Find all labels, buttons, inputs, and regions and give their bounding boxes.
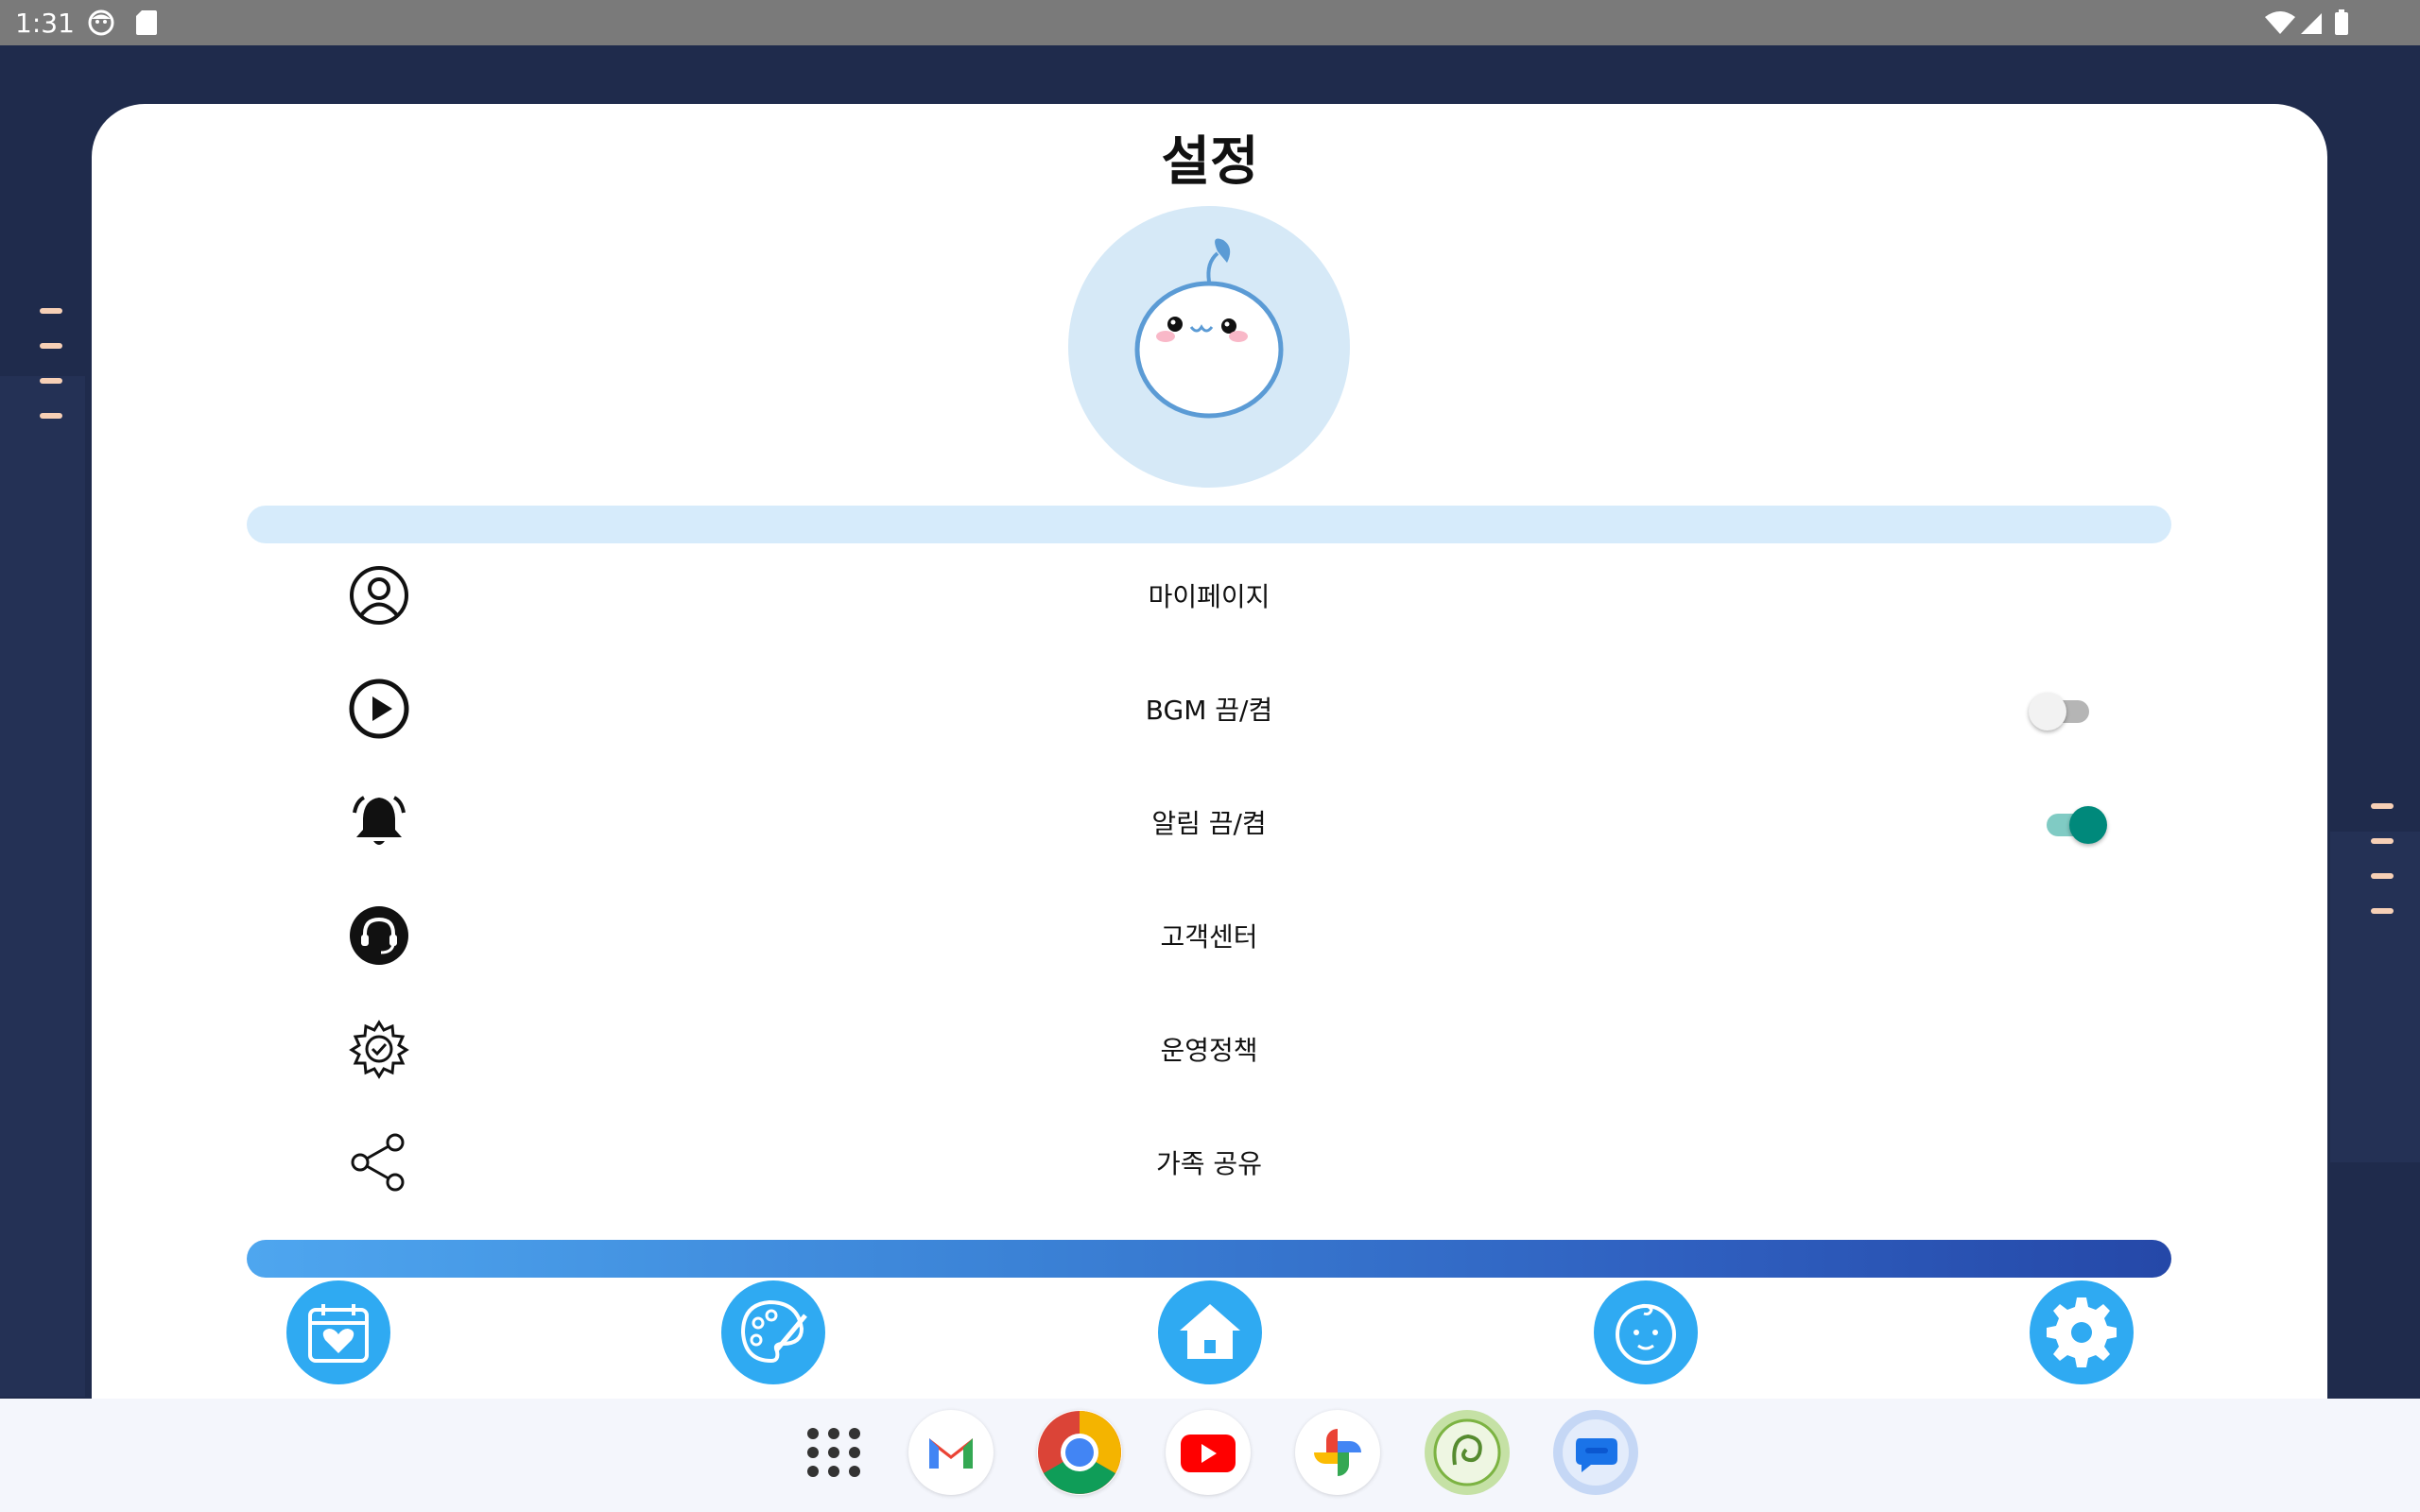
gear-icon	[2047, 1297, 2117, 1367]
avatar[interactable]	[1068, 206, 1350, 488]
menu-item-notifications[interactable]: 알림 끔/켬	[247, 775, 2171, 869]
sd-card-icon	[134, 9, 159, 42]
apps-grid-button[interactable]	[791, 1410, 876, 1495]
face-icon	[87, 9, 115, 42]
messages-app[interactable]	[1553, 1410, 1638, 1495]
decorative-dots-right	[2371, 803, 2394, 943]
menu-item-policy[interactable]: 운영정책	[247, 1002, 2171, 1096]
bgm-toggle[interactable]	[2029, 690, 2093, 730]
menu-item-label: 운영정책	[1160, 1035, 1258, 1066]
nav-palette-button[interactable]	[721, 1280, 825, 1384]
menu-item-label: BGM 끔/켬	[1145, 695, 1273, 726]
nav-baby-button[interactable]	[1594, 1280, 1698, 1384]
nav-calendar-button[interactable]	[286, 1280, 390, 1384]
top-divider-bar	[247, 506, 2171, 543]
signal-icon	[2301, 13, 2322, 34]
battery-icon	[2335, 9, 2348, 35]
bottom-divider-bar	[247, 1240, 2171, 1278]
baby-face-icon	[1616, 1303, 1676, 1365]
menu-item-family-share[interactable]: 가족 공유	[247, 1115, 2171, 1210]
youtube-app[interactable]	[1166, 1410, 1251, 1495]
nav-home-button[interactable]	[1158, 1280, 1262, 1384]
menu-item-label: 마이페이지	[1148, 581, 1270, 612]
status-right-icons	[2263, 9, 2367, 42]
palette-icon	[740, 1299, 807, 1364]
menu-item-bgm[interactable]: BGM 끔/켬	[247, 662, 2171, 756]
menu-item-label: 알림 끔/켬	[1151, 808, 1267, 839]
status-time: 1:31	[15, 8, 75, 39]
gmail-icon	[929, 1438, 973, 1469]
menu-item-label: 고객센터	[1160, 921, 1258, 953]
page-title: 설정	[1161, 131, 1259, 193]
menu-item-customer-center[interactable]: 고객센터	[247, 888, 2171, 983]
photos-app[interactable]	[1295, 1410, 1380, 1495]
status-bar: 1:31	[0, 0, 2420, 45]
sprout-character-icon	[1134, 238, 1284, 419]
background-shape-left	[0, 376, 85, 1397]
apps-grid-icon	[807, 1428, 860, 1477]
chrome-app[interactable]	[1037, 1410, 1122, 1495]
menu-item-label: 가족 공유	[1156, 1148, 1262, 1179]
chrome-icon	[1038, 1411, 1121, 1494]
decorative-dots-left	[40, 308, 62, 448]
messages-icon	[1563, 1419, 1629, 1486]
notification-toggle[interactable]	[2043, 803, 2107, 844]
calendar-heart-icon	[308, 1304, 369, 1363]
wifi-icon	[2265, 11, 2295, 34]
photos-icon	[1314, 1429, 1361, 1476]
youtube-icon	[1181, 1435, 1236, 1472]
green-app[interactable]	[1425, 1410, 1510, 1495]
gmail-app[interactable]	[908, 1410, 994, 1495]
app-icon	[1433, 1418, 1501, 1486]
home-icon	[1180, 1304, 1240, 1359]
nav-settings-button[interactable]	[2030, 1280, 2134, 1384]
menu-item-mypage[interactable]: 마이페이지	[247, 548, 2171, 643]
